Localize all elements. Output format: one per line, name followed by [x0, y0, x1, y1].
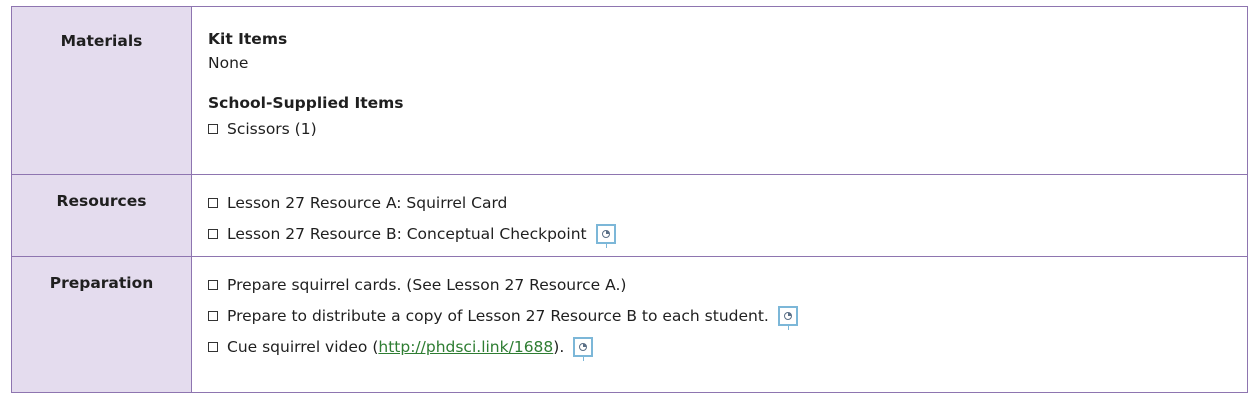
checklist-item: Prepare to distribute a copy of Lesson 2…	[208, 305, 1231, 330]
checklist-item: Scissors (1)	[208, 118, 1231, 140]
checklist-item: Cue squirrel video (http://phdsci.link/1…	[208, 336, 1231, 361]
checklist-item: Prepare squirrel cards. (See Lesson 27 R…	[208, 274, 1231, 296]
checkbox-icon[interactable]	[208, 198, 218, 208]
checklist-item: Lesson 27 Resource B: Conceptual Checkpo…	[208, 223, 1231, 248]
preparation-row: Preparation Prepare squirrel cards. (See…	[11, 256, 1248, 393]
prep-item-3-after: ).	[553, 338, 565, 356]
checkbox-icon[interactable]	[208, 311, 218, 321]
checkbox-icon[interactable]	[208, 280, 218, 290]
checkbox-icon[interactable]	[208, 342, 218, 352]
projection-screen-icon	[777, 306, 798, 330]
checkbox-icon[interactable]	[208, 229, 218, 239]
resources-content: Lesson 27 Resource A: Squirrel Card Less…	[191, 174, 1248, 257]
resources-row: Resources Lesson 27 Resource A: Squirrel…	[11, 174, 1248, 257]
prep-item-1: Prepare squirrel cards. (See Lesson 27 R…	[227, 276, 627, 294]
materials-table: Materials Kit Items None School-Supplied…	[11, 6, 1248, 393]
materials-label-cell: Materials	[11, 6, 192, 175]
prep-item-3-before: Cue squirrel video (	[227, 338, 379, 356]
checkbox-icon[interactable]	[208, 124, 218, 134]
school-item-scissors: Scissors (1)	[227, 120, 317, 138]
projection-screen-icon	[595, 224, 616, 248]
prep-item-2: Prepare to distribute a copy of Lesson 2…	[227, 307, 769, 325]
materials-row: Materials Kit Items None School-Supplied…	[11, 6, 1248, 175]
resources-label-cell: Resources	[11, 174, 192, 257]
materials-content: Kit Items None School-Supplied Items Sci…	[191, 6, 1248, 175]
materials-label: Materials	[60, 32, 143, 50]
checklist-item: Lesson 27 Resource A: Squirrel Card	[208, 192, 1231, 214]
kit-items-heading: Kit Items	[208, 30, 288, 48]
resources-label: Resources	[56, 192, 147, 210]
resource-item-b: Lesson 27 Resource B: Conceptual Checkpo…	[227, 225, 587, 243]
preparation-label: Preparation	[49, 274, 154, 292]
preparation-label-cell: Preparation	[11, 256, 192, 393]
projection-screen-icon	[573, 337, 594, 361]
preparation-content: Prepare squirrel cards. (See Lesson 27 R…	[191, 256, 1248, 393]
school-supplied-heading: School-Supplied Items	[208, 94, 404, 112]
video-link[interactable]: http://phdsci.link/1688	[378, 338, 553, 356]
kit-items-value: None	[208, 54, 249, 72]
resource-item-a: Lesson 27 Resource A: Squirrel Card	[227, 194, 508, 212]
prep-item-3: Cue squirrel video (http://phdsci.link/1…	[227, 338, 564, 356]
